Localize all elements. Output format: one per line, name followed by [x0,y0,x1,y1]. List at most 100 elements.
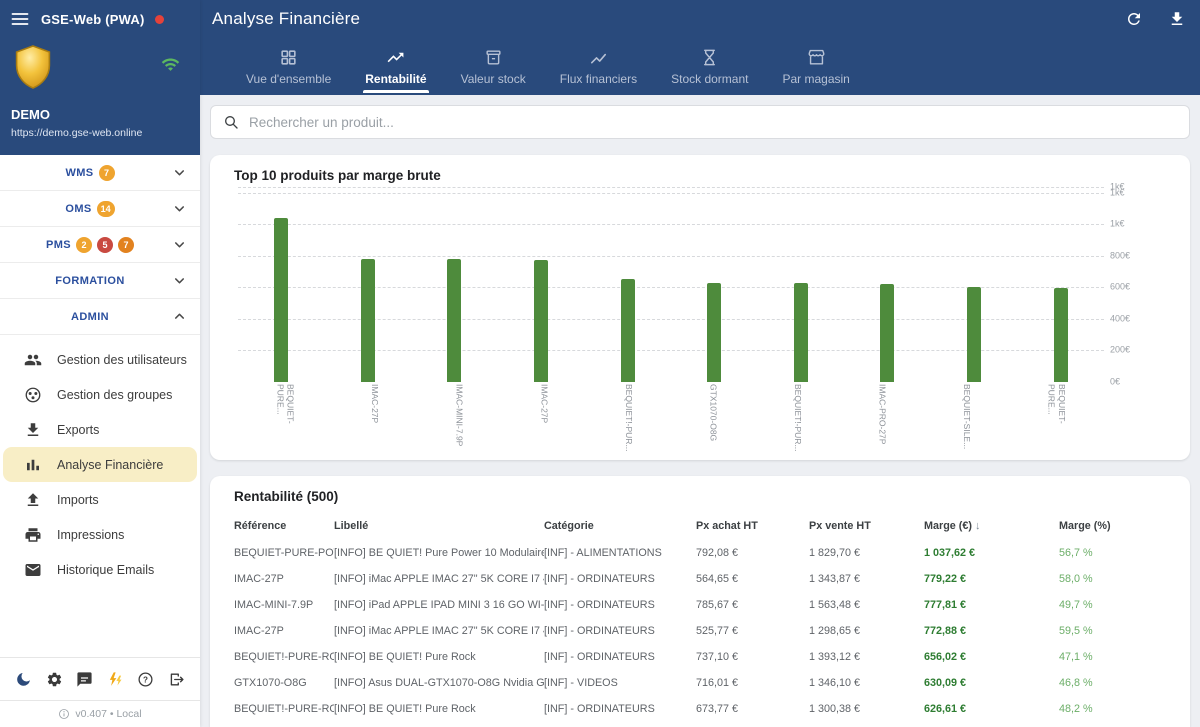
tab-stock-dormant[interactable]: Stock dormant [669,38,750,95]
tab-label: Vue d'ensemble [246,72,331,86]
cell-r5-c6: 46,8 % [1059,670,1166,696]
sidebar-item-historique-emails[interactable]: Historique Emails [3,552,197,587]
cell-r5-c5: 630,09 € [924,670,1059,696]
cell-r3-c2: [INF] - ORDINATEURS [544,618,696,644]
info-icon [58,708,70,720]
chart-bar[interactable] [534,260,548,382]
gear-icon[interactable] [46,671,63,688]
search-input[interactable] [249,115,1177,130]
sidebar-item-label: Imports [57,493,99,507]
column-header-px-achat-ht[interactable]: Px achat HT [696,512,809,540]
x-axis-label: BEQUIET-PURE... [275,384,295,452]
column-header-label: Marge (€) [924,520,972,532]
download-icon[interactable] [1168,10,1186,28]
tab-par-magasin[interactable]: Par magasin [780,38,851,95]
y-axis-label: 200€ [1110,346,1152,355]
help-icon[interactable]: ? [137,671,154,688]
cell-r4-c2: [INF] - ORDINATEURS [544,644,696,670]
chart-bar[interactable] [967,287,981,382]
sidebar-header: GSE-Web (PWA) DEMO https://demo.gse-web.… [0,0,200,155]
column-header-label: Px achat HT [696,520,758,532]
tab-valeur-stock[interactable]: Valeur stock [459,38,528,95]
org-url: https://demo.gse-web.online [11,127,142,139]
column-header-r-f-rence[interactable]: Référence [234,512,334,540]
notification-badge: 2 [76,237,92,253]
menu-icon[interactable] [10,9,30,29]
cell-r3-c3: 525,77 € [696,618,809,644]
trending-up-icon [386,48,405,67]
sidebar-item-analyse-financi-re[interactable]: Analyse Financière [3,447,197,482]
search-icon [223,114,239,130]
sidebar-section-oms[interactable]: OMS14 [0,191,200,227]
section-main: PMS257 [8,237,172,253]
chart-bar[interactable] [1054,288,1068,382]
cell-r2-c5: 777,81 € [924,592,1059,618]
cell-r3-c1: [INFO] iMac APPLE IMAC 27" 5K CORE I7 4.… [334,618,544,644]
sidebar-item-gestion-des-groupes[interactable]: Gestion des groupes [3,377,197,412]
cell-r6-c2: [INF] - ORDINATEURS [544,696,696,722]
sort-desc-icon[interactable]: ↓ [975,520,981,532]
sidebar-section-wms[interactable]: WMS7 [0,155,200,191]
notification-badge: 7 [99,165,115,181]
cell-r6-c5: 626,61 € [924,696,1059,722]
tab-flux-financiers[interactable]: Flux financiers [558,38,639,95]
cell-r5-c4: 1 346,10 € [809,670,924,696]
column-header-marge[interactable]: Marge (€)↓ [924,512,1059,540]
cell-r0-c5: 1 037,62 € [924,540,1059,566]
export-icon [24,421,42,439]
sidebar-item-exports[interactable]: Exports [3,412,197,447]
chart-bar[interactable] [274,218,288,382]
sidebar-footer-toolbar: ? [0,657,200,700]
cell-r2-c6: 49,7 % [1059,592,1166,618]
moon-icon[interactable] [15,671,32,688]
column-header-label: Marge (%) [1059,520,1111,532]
bar-chart-icon [24,456,42,474]
storefront-icon [807,48,826,67]
chart-bar[interactable] [707,283,721,382]
chart-bar[interactable] [361,259,375,382]
chart-bar[interactable] [447,259,461,382]
status-dot [155,15,164,24]
tab-label: Rentabilité [365,72,426,86]
column-header-label: Catégorie [544,520,594,532]
admin-menu: Gestion des utilisateurs Gestion des grou… [0,335,200,587]
chart-x-labels: BEQUIET-PURE...IMAC-27PIMAC-MINI-7.9PIMA… [238,384,1104,454]
column-header-cat-gorie[interactable]: Catégorie [544,512,696,540]
sidebar-item-label: Impressions [57,528,124,542]
shield-logo-icon [9,42,57,92]
logout-icon[interactable] [168,671,185,688]
section-label: ADMIN [71,311,109,323]
chat-icon[interactable] [76,671,93,688]
sidebar-section-formation[interactable]: FORMATION [0,263,200,299]
cell-r0-c6: 56,7 % [1059,540,1166,566]
page-title: Analyse Financière [212,9,360,29]
sidebar-section-admin[interactable]: ADMIN [0,299,200,335]
section-main: OMS14 [8,201,172,217]
sidebar-item-gestion-des-utilisateurs[interactable]: Gestion des utilisateurs [3,342,197,377]
sidebar-item-imports[interactable]: Imports [3,482,197,517]
bolts-icon[interactable] [107,671,124,688]
tab-rentabilit[interactable]: Rentabilité [363,38,428,95]
cell-r5-c0: GTX1070-O8G [234,670,334,696]
column-header-libell[interactable]: Libellé [334,512,544,540]
sidebar-item-label: Gestion des groupes [57,388,172,402]
x-axis-label: BEQUIET!-PUR... [624,384,634,452]
x-axis-label: GTX1070-O8G [708,384,718,452]
cell-r3-c4: 1 298,65 € [809,618,924,644]
cell-r6-c4: 1 300,38 € [809,696,924,722]
brand-row: GSE-Web (PWA) [0,0,200,38]
chart-bar[interactable] [794,283,808,382]
cell-r1-c1: [INFO] iMac APPLE IMAC 27" 5K CORE I7 4.… [334,566,544,592]
column-header-marge[interactable]: Marge (%) [1059,512,1166,540]
chart-bar[interactable] [621,279,635,382]
title-row: Analyse Financière [200,0,1200,38]
section-main: FORMATION [8,275,172,287]
refresh-icon[interactable] [1125,10,1143,28]
column-header-px-vente-ht[interactable]: Px vente HT [809,512,924,540]
chart-card: Top 10 produits par marge brute 200€400€… [210,155,1190,460]
sidebar-item-impressions[interactable]: Impressions [3,517,197,552]
tab-vue-d-ensemble[interactable]: Vue d'ensemble [244,38,333,95]
sidebar-section-pms[interactable]: PMS257 [0,227,200,263]
cell-r1-c4: 1 343,87 € [809,566,924,592]
chart-bar[interactable] [880,284,894,382]
